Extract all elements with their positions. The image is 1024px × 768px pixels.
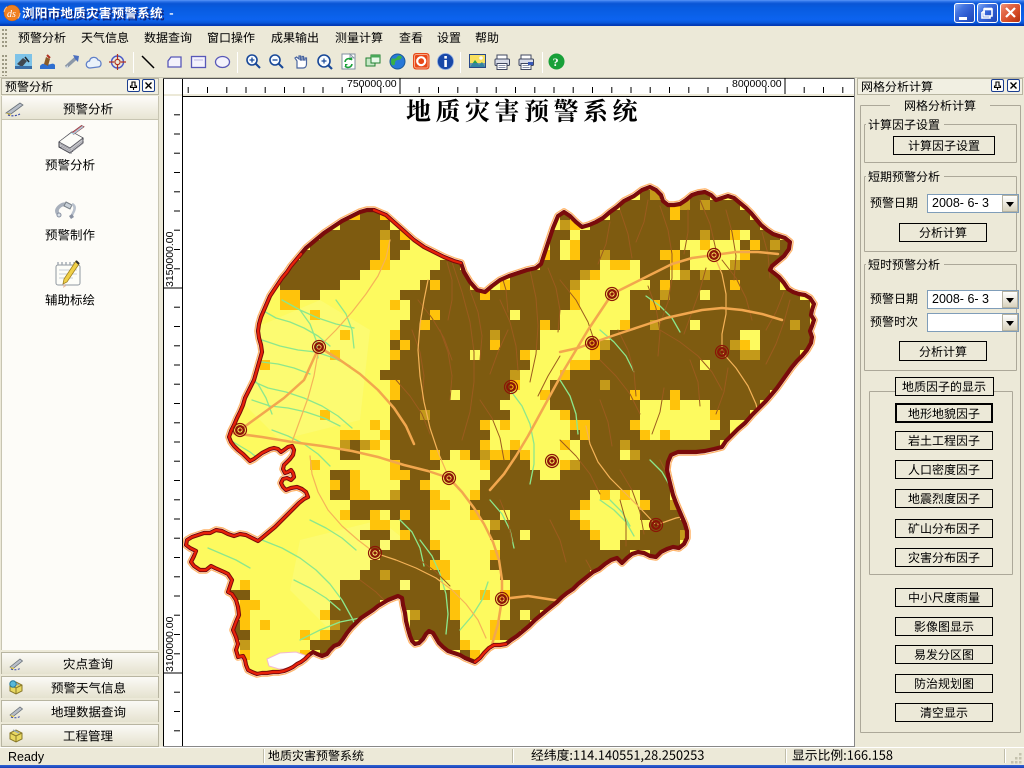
svg-text:ds: ds <box>7 9 16 20</box>
svg-text:?: ? <box>553 55 559 69</box>
